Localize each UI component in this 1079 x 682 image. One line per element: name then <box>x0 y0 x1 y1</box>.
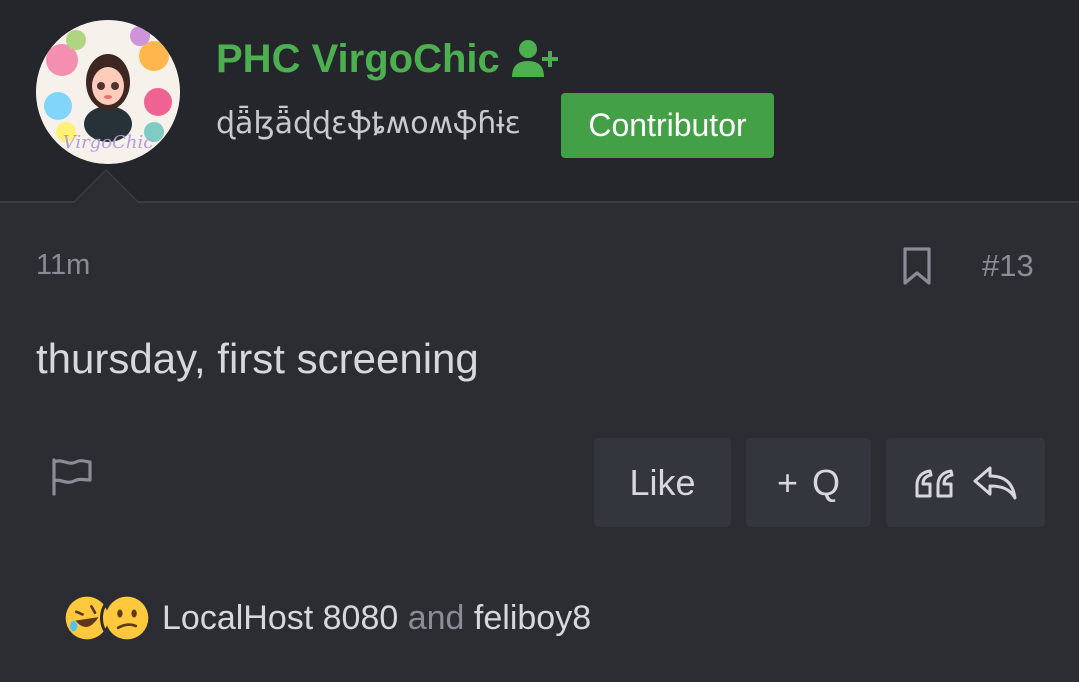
post-time[interactable]: 11m <box>36 249 90 282</box>
like-label: Like <box>629 461 696 503</box>
avatar-watermark-text: VirgoChic <box>63 132 154 153</box>
multiquote-button[interactable]: + Q <box>746 438 871 527</box>
report-flag-icon[interactable] <box>48 454 94 498</box>
reaction-user-1[interactable]: LocalHost 8080 <box>162 599 398 637</box>
author-avatar[interactable]: VirgoChic <box>36 20 180 164</box>
follow-user-icon[interactable] <box>510 37 560 81</box>
header-pointer <box>72 169 140 203</box>
avatar-image: VirgoChic <box>36 20 180 164</box>
author-name-row: PHC VirgoChic <box>216 36 560 82</box>
reaction-users: LocalHost 8080 and feliboy8 <box>162 599 591 638</box>
reply-icon <box>973 466 1016 499</box>
author-custom-title: ɖǟɮǟɖɖɛֆȶʍօʍֆɦɨɛ <box>216 106 521 141</box>
post-content: thursday, first screening <box>36 335 479 382</box>
reaction-conjunction: and <box>407 598 465 637</box>
confused-face-icon <box>100 591 154 645</box>
post-number[interactable]: #13 <box>982 248 1034 284</box>
like-button[interactable]: Like <box>594 438 731 527</box>
multiquote-plus: + <box>776 461 798 503</box>
quote-icon <box>915 469 953 497</box>
reaction-user-2[interactable]: feliboy8 <box>474 599 591 637</box>
reaction-summary[interactable]: LocalHost 8080 and feliboy8 <box>60 590 591 646</box>
contributor-badge: Contributor <box>561 93 774 158</box>
bookmark-icon[interactable] <box>900 246 934 286</box>
author-name[interactable]: PHC VirgoChic <box>216 36 500 82</box>
multiquote-label: Q <box>812 461 841 503</box>
post-header: VirgoChic PHC VirgoChic ɖǟɮǟɖɖɛֆȶʍօʍֆɦɨɛ… <box>0 0 1079 203</box>
quote-reply-button[interactable] <box>886 438 1045 527</box>
